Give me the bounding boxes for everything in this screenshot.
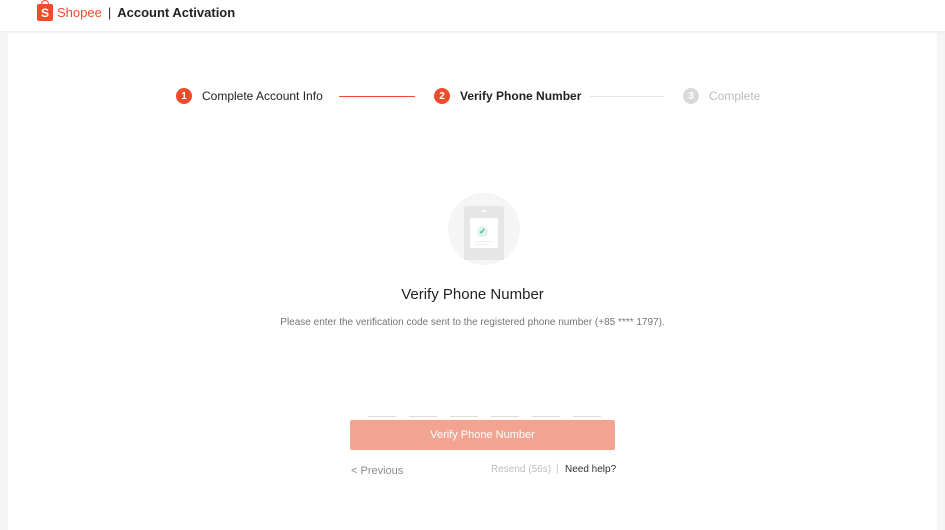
page-title: Account Activation xyxy=(117,5,236,20)
code-digit-2[interactable] xyxy=(409,398,437,417)
step-connector-done xyxy=(339,96,415,97)
shopee-logo[interactable]: S Shopee | Account Activation xyxy=(37,0,236,21)
code-digit-4[interactable] xyxy=(491,398,519,417)
phone-camera xyxy=(482,210,486,212)
check-icon: ✓ xyxy=(477,226,488,237)
step-number-badge: 3 xyxy=(683,88,699,104)
link-separator: | xyxy=(556,463,559,474)
brand-name: Shopee xyxy=(57,5,102,20)
step-label: Verify Phone Number xyxy=(460,89,582,103)
activation-card: 1 Complete Account Info 2 Verify Phone N… xyxy=(8,33,937,530)
verify-phone-button[interactable]: Verify Phone Number xyxy=(350,420,615,450)
step-number-badge: 2 xyxy=(434,88,450,104)
step-complete-account-info: 1 Complete Account Info xyxy=(176,88,323,104)
verify-description: Please enter the verification code sent … xyxy=(280,317,665,328)
screen-line xyxy=(475,241,493,242)
step-connector-pending xyxy=(590,96,664,97)
code-digit-3[interactable] xyxy=(450,398,478,417)
need-help-link[interactable]: Need help? xyxy=(565,464,616,475)
step-label: Complete xyxy=(709,89,761,103)
screen-line xyxy=(475,244,487,245)
shopee-bag-icon: S xyxy=(37,0,53,21)
code-digit-6[interactable] xyxy=(573,398,601,417)
step-verify-phone-number: 2 Verify Phone Number xyxy=(434,88,581,104)
phone-screen: ✓ xyxy=(470,218,498,248)
resend-code-link[interactable]: Resend (56s) xyxy=(491,464,551,475)
verification-code-input xyxy=(368,398,601,417)
code-digit-5[interactable] xyxy=(532,398,560,417)
code-digit-1[interactable] xyxy=(368,398,396,417)
step-label: Complete Account Info xyxy=(202,89,323,103)
step-complete: 3 Complete xyxy=(683,88,760,104)
step-number-badge: 1 xyxy=(176,88,192,104)
phone-illustration: ✓ xyxy=(464,206,504,260)
phone-check-icon: ✓ xyxy=(448,193,520,265)
logo-letter: S xyxy=(40,5,49,20)
previous-link[interactable]: < Previous xyxy=(351,465,403,477)
verify-title: Verify Phone Number xyxy=(401,286,544,303)
header-separator: | xyxy=(107,5,112,20)
top-header: S Shopee | Account Activation xyxy=(0,0,945,31)
